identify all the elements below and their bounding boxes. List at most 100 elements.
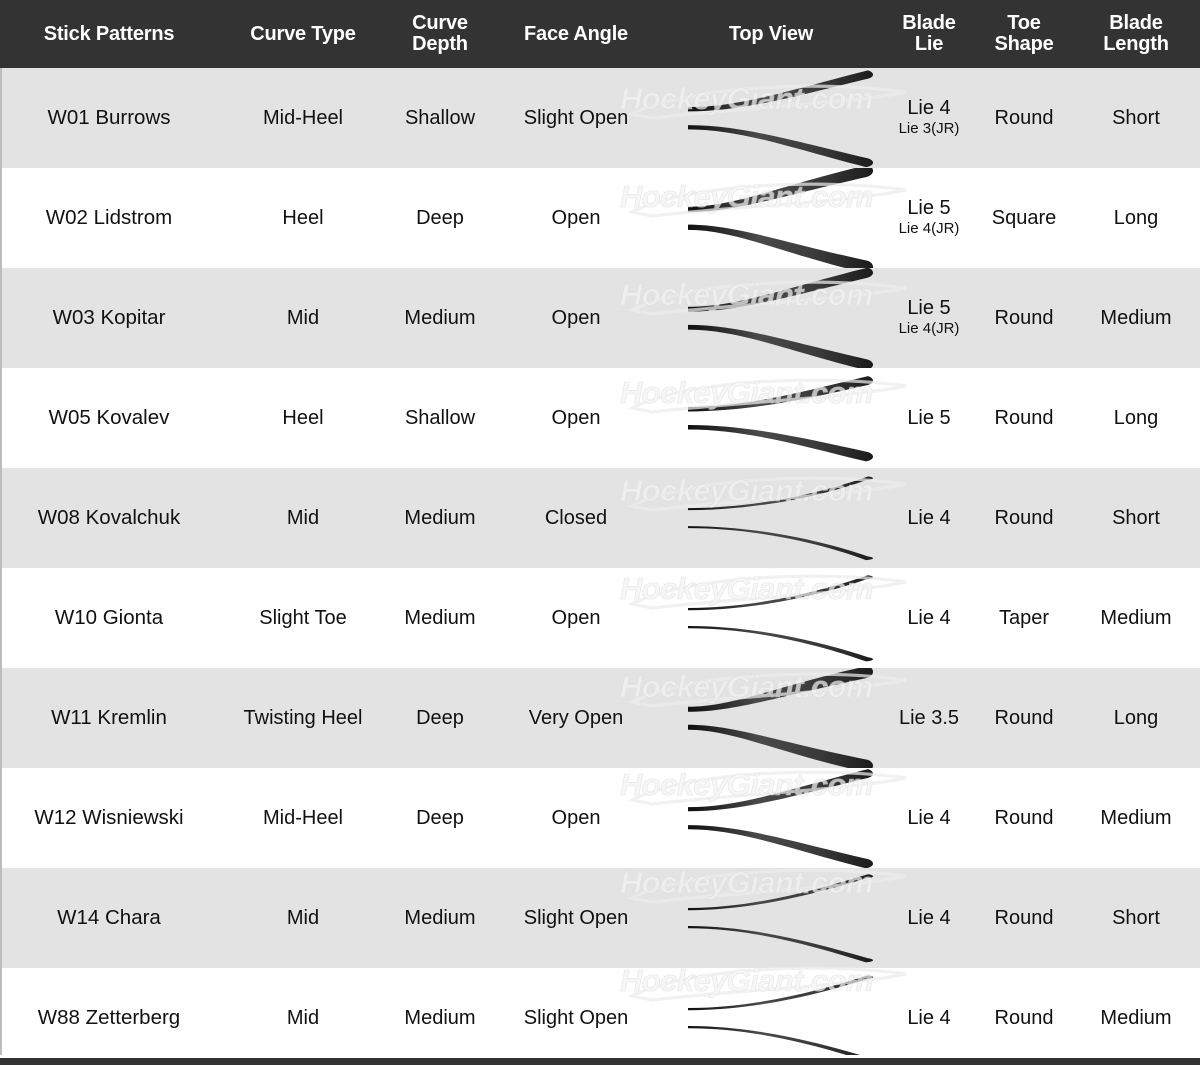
cell-face-angle: Slight Open: [523, 1006, 629, 1029]
cell-curve-type: Mid: [286, 1006, 320, 1029]
cell-stick-pattern: W88 Zetterberg: [37, 1006, 181, 1029]
blade-illustration: [660, 768, 882, 868]
column-header-blade-lie-line2: Lie: [914, 33, 944, 55]
cell-curve-type: Mid: [286, 306, 320, 329]
column-header-toe-shape-line2: Shape: [994, 33, 1054, 55]
blade-illustration: [660, 268, 882, 368]
cell-stick-pattern: W10 Gionta: [54, 606, 164, 629]
blade-illustration: [660, 968, 882, 1065]
cell-top-view: [660, 968, 882, 1065]
blade-lie-value: Lie 4: [907, 606, 951, 629]
blade-illustration: [660, 68, 882, 168]
blade-lie-value: Lie 5: [907, 406, 951, 429]
table-header: Stick Patterns Curve Type Curve Depth Fa…: [0, 0, 1200, 68]
blade-illustration: [660, 368, 882, 468]
cell-toe-shape: Round: [994, 706, 1054, 729]
cell-toe-shape: Round: [994, 906, 1054, 929]
cell-top-view: [660, 568, 882, 668]
blade-lie-value: Lie 4: [907, 906, 951, 929]
blade-lie-value: Lie 4: [907, 806, 951, 829]
cell-top-view: [660, 768, 882, 868]
cell-curve-depth: Deep: [416, 706, 464, 729]
blade-illustration: [660, 868, 882, 968]
table-row: W02 Lidstrom Heel Deep Open Lie 5 Lie 4(JR) Sq…: [0, 168, 1200, 268]
blade-illustration: [660, 168, 882, 268]
cell-face-angle: Slight Open: [523, 106, 629, 129]
blade-lie-value: Lie 3.5: [898, 706, 960, 729]
cell-stick-pattern: W05 Kovalev: [48, 406, 170, 429]
table-row: W12 Wisniewski Mid-Heel Deep Open Lie 4 Round…: [0, 768, 1200, 868]
table-body: W01 Burrows Mid-Heel Shallow Slight Open Lie…: [0, 68, 1200, 1065]
column-header-face-angle: Face Angle: [492, 0, 660, 68]
header-row: Stick Patterns Curve Type Curve Depth Fa…: [0, 0, 1200, 68]
cell-toe-shape: Round: [994, 506, 1054, 529]
column-header-blade-length-line2: Length: [1103, 33, 1169, 55]
cell-curve-depth: Medium: [404, 606, 476, 629]
cell-curve-type: Mid-Heel: [262, 806, 344, 829]
cell-curve-depth: Shallow: [404, 106, 476, 129]
column-header-curve-type-line1: Curve Type: [250, 22, 356, 45]
column-header-toe-shape-line1: Toe: [1007, 12, 1041, 34]
cell-top-view: [660, 868, 882, 968]
cell-curve-type: Twisting Heel: [243, 706, 363, 729]
cell-curve-type: Heel: [282, 406, 324, 429]
cell-blade-length: Medium: [1100, 606, 1172, 629]
column-header-curve-depth: Curve Depth: [388, 0, 492, 68]
cell-face-angle: Closed: [544, 506, 608, 529]
cell-toe-shape: Round: [994, 306, 1054, 329]
table-row: W10 Gionta Slight Toe Medium Open Lie 4 Taper…: [0, 568, 1200, 668]
column-header-toe-shape: Toe Shape: [976, 0, 1072, 68]
cell-face-angle: Open: [551, 606, 601, 629]
table-bottom-border: [0, 1058, 1200, 1065]
table-row: W14 Chara Mid Medium Slight Open Lie 4 Round S…: [0, 868, 1200, 968]
cell-stick-pattern: W14 Chara: [57, 906, 161, 929]
column-header-pattern: Stick Patterns: [0, 0, 218, 68]
blade-lie-value: Lie 4: [907, 506, 951, 529]
column-header-blade-length: Blade Length: [1072, 0, 1200, 68]
table-left-border: [0, 68, 2, 1063]
cell-toe-shape: Round: [994, 806, 1054, 829]
cell-face-angle: Open: [551, 806, 601, 829]
cell-blade-lie: Lie 5 Lie 4(JR): [882, 168, 976, 268]
cell-stick-pattern: W02 Lidstrom: [45, 206, 173, 229]
cell-blade-lie: Lie 4: [882, 468, 976, 568]
cell-face-angle: Very Open: [528, 706, 624, 729]
cell-blade-lie: Lie 4: [882, 868, 976, 968]
cell-toe-shape: Round: [994, 1006, 1054, 1029]
cell-face-angle: Open: [551, 206, 601, 229]
cell-curve-type: Mid: [286, 906, 320, 929]
blade-lie-value: Lie 5: [907, 296, 951, 319]
cell-curve-depth: Medium: [404, 506, 476, 529]
column-header-top-view: Top View: [660, 0, 882, 68]
column-header-curve-depth-line2: Depth: [412, 33, 468, 55]
table-row: W88 Zetterberg Mid Medium Slight Open Lie 4 R…: [0, 968, 1200, 1065]
table-row: W01 Burrows Mid-Heel Shallow Slight Open Lie…: [0, 68, 1200, 168]
cell-blade-length: Medium: [1100, 306, 1172, 329]
cell-blade-lie: Lie 4: [882, 768, 976, 868]
table-row: W11 Kremlin Twisting Heel Deep Very Open Lie…: [0, 668, 1200, 768]
stick-pattern-table: Stick Patterns Curve Type Curve Depth Fa…: [0, 0, 1200, 1065]
cell-blade-length: Long: [1113, 206, 1159, 229]
cell-toe-shape: Taper: [998, 606, 1050, 629]
cell-top-view: [660, 168, 882, 268]
cell-curve-type: Slight Toe: [259, 606, 347, 629]
cell-toe-shape: Round: [994, 106, 1054, 129]
column-header-blade-lie-line1: Blade: [902, 12, 956, 34]
cell-curve-depth: Medium: [404, 306, 476, 329]
cell-top-view: [660, 368, 882, 468]
table-row: W08 Kovalchuk Mid Medium Closed Lie 4 Round Sh…: [0, 468, 1200, 568]
cell-face-angle: Open: [551, 406, 601, 429]
cell-blade-length: Short: [1112, 506, 1160, 529]
blade-illustration: [660, 468, 882, 568]
cell-blade-length: Medium: [1100, 1006, 1172, 1029]
cell-stick-pattern: W03 Kopitar: [52, 306, 166, 329]
blade-lie-value: Lie 4: [907, 1006, 951, 1029]
cell-face-angle: Slight Open: [523, 906, 629, 929]
cell-blade-length: Short: [1112, 906, 1160, 929]
blade-lie-value: Lie 4: [907, 96, 951, 119]
cell-curve-type: Mid: [286, 506, 320, 529]
blade-lie-junior-value: Lie 3(JR): [898, 119, 960, 137]
cell-curve-depth: Deep: [416, 806, 464, 829]
cell-blade-length: Medium: [1100, 806, 1172, 829]
cell-blade-lie: Lie 5 Lie 4(JR): [882, 268, 976, 368]
